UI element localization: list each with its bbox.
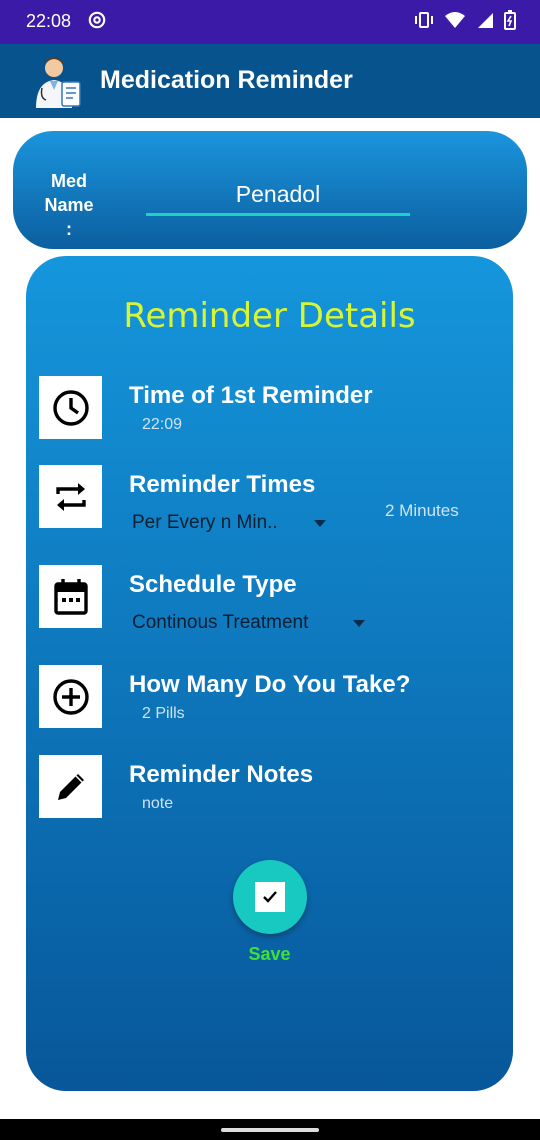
clock-icon xyxy=(39,376,102,439)
at-sign-icon xyxy=(88,11,106,29)
dosage-value: 2 Pills xyxy=(142,705,185,722)
save-label: Save xyxy=(248,944,291,964)
reminder-notes-row[interactable]: Reminder Notes note xyxy=(39,755,509,819)
status-time: 22:08 xyxy=(26,11,72,31)
dropdown-caret-icon xyxy=(353,619,366,627)
system-nav-bar xyxy=(0,1119,540,1140)
home-handle[interactable] xyxy=(221,1128,319,1132)
reminder-notes-value: note xyxy=(142,795,174,812)
reminder-details-title: Reminder Details xyxy=(123,296,416,336)
dropdown-caret-icon xyxy=(313,519,326,527)
signal-icon xyxy=(478,13,493,28)
status-icons xyxy=(414,10,516,30)
save-button[interactable] xyxy=(233,860,307,934)
med-name-label: Med Name : xyxy=(44,171,94,239)
reminder-interval-value[interactable]: 2 Minutes xyxy=(385,501,459,521)
schedule-type-selected: Continous Treatment xyxy=(132,612,309,633)
doctor-logo-icon xyxy=(36,57,81,108)
app-title: Medication Reminder xyxy=(100,66,353,94)
reminder-notes-title: Reminder Notes xyxy=(129,761,314,788)
schedule-type-title: Schedule Type xyxy=(129,571,297,598)
status-bar: 22:08 xyxy=(0,0,540,44)
dosage-row[interactable]: How Many Do You Take? 2 Pills xyxy=(39,665,509,729)
dosage-title: How Many Do You Take? xyxy=(129,671,411,698)
reminder-times-title: Reminder Times xyxy=(129,471,316,498)
reminder-times-row: Reminder Times Per Every n Min.. 2 Minut… xyxy=(39,465,509,533)
battery-icon xyxy=(504,10,516,30)
reminder-times-selected: Per Every n Min.. xyxy=(132,512,278,533)
schedule-type-dropdown[interactable]: Continous Treatment xyxy=(132,612,366,634)
add-circle-icon xyxy=(39,665,102,728)
first-reminder-row[interactable]: Time of 1st Reminder 22:09 xyxy=(39,376,509,440)
app-bar: Medication Reminder xyxy=(0,44,540,118)
repeat-icon xyxy=(39,465,102,528)
vibrate-icon xyxy=(415,12,433,28)
schedule-type-row: Schedule Type Continous Treatment xyxy=(39,565,509,633)
calendar-icon xyxy=(39,565,102,628)
med-name-card: Med Name : xyxy=(13,131,527,249)
first-reminder-title: Time of 1st Reminder xyxy=(129,382,373,409)
wifi-icon xyxy=(445,12,465,28)
reminder-times-dropdown[interactable]: Per Every n Min.. xyxy=(132,512,326,534)
first-reminder-time: 22:09 xyxy=(142,416,183,433)
pencil-icon xyxy=(39,755,102,818)
checkmark-icon xyxy=(255,882,285,912)
reminder-details-card: Reminder Details Time of 1st Reminder 22… xyxy=(26,256,513,1091)
med-name-input[interactable] xyxy=(146,175,410,216)
